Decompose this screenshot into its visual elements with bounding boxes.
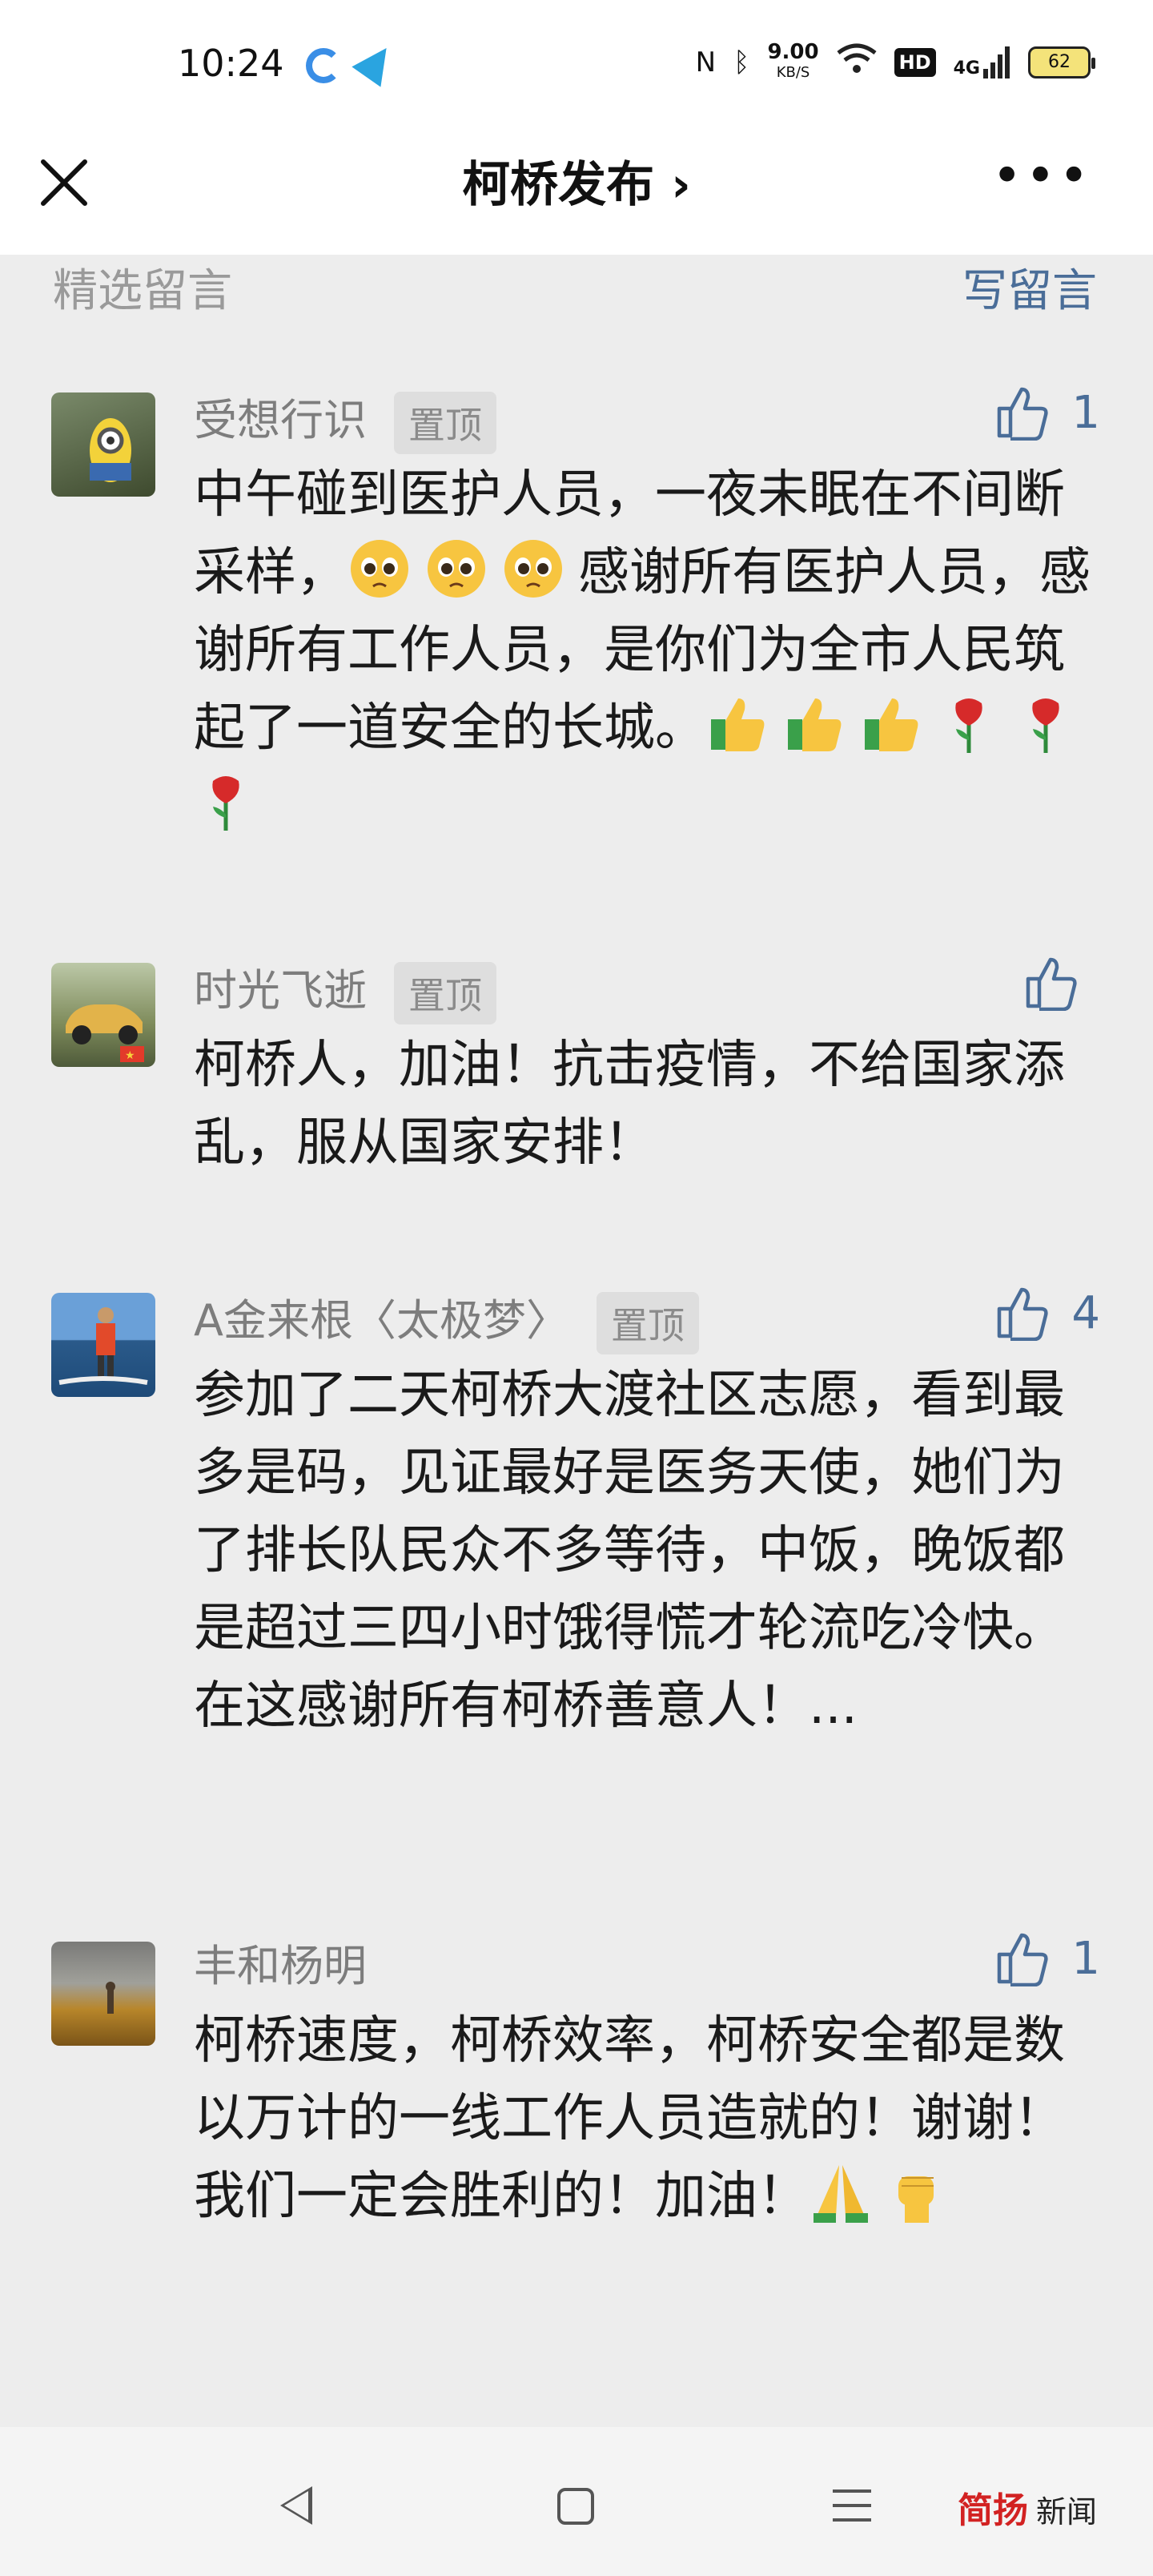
recent-apps-icon[interactable]	[833, 2489, 871, 2533]
pleading-face-icon	[424, 537, 488, 601]
nfc-icon: N	[695, 46, 717, 78]
more-icon[interactable]: •••	[992, 151, 1092, 202]
pinned-badge: 置顶	[394, 962, 496, 1025]
comment-text: 柯桥速度，柯桥效率，柯桥安全都是数以万计的一线工作人员造就的！谢谢！我们一定会胜…	[194, 2011, 1065, 2226]
comment-text: 中午碰到医护人员，一夜未眠在不间断采样， 感谢所有医护人员，感谢所有工作人员，是你…	[194, 457, 1091, 845]
comment-author: A金来根〈太极梦〉 置顶	[194, 1285, 699, 1355]
status-indicators: N ᛒ 9.00 KB/S HD 4G 62	[695, 40, 1095, 83]
pleading-face-icon	[501, 537, 565, 601]
rose-icon	[194, 770, 258, 834]
write-comment-button[interactable]: 写留言	[962, 255, 1097, 320]
battery-icon: 62	[1028, 46, 1095, 78]
like-button[interactable]	[1023, 955, 1100, 1011]
thumbs-up-icon	[1026, 957, 1077, 1011]
status-time: 10:24	[178, 42, 284, 85]
back-icon[interactable]	[280, 2486, 312, 2525]
comments-section-header: 精选留言 写留言	[0, 255, 1153, 319]
thumbs-up-emoji-icon	[860, 692, 924, 756]
avatar[interactable]	[51, 1942, 155, 2046]
like-button[interactable]: 4	[994, 1285, 1100, 1341]
signal-icon: 4G	[954, 46, 1010, 78]
rose-icon	[1014, 692, 1078, 756]
svg-text:★: ★	[125, 1049, 135, 1062]
avatar[interactable]	[51, 392, 155, 497]
network-speed: 9.00 KB/S	[767, 40, 819, 81]
page-title[interactable]: 柯桥发布 ›	[0, 146, 1153, 215]
like-count: 1	[1071, 1932, 1100, 1985]
thumbs-up-icon	[998, 387, 1048, 441]
comment-author: 丰和杨明	[194, 1941, 367, 1991]
comment-text: 参加了二天柯桥大渡社区志愿，看到最多是码，见证最好是医务天使，她们为了排长队民众…	[194, 1366, 1065, 1736]
comment-author: 受想行识 置顶	[194, 384, 496, 455]
wifi-icon	[837, 43, 877, 83]
avatar[interactable]	[51, 1293, 155, 1397]
comment-author: 时光飞逝 置顶	[194, 955, 496, 1025]
thumbs-up-icon	[998, 1933, 1048, 1986]
thumbs-up-icon	[998, 1287, 1048, 1341]
pinned-badge: 置顶	[596, 1292, 699, 1355]
hd-badge: HD	[894, 48, 936, 77]
thumbs-up-emoji-icon	[783, 692, 847, 756]
avatar[interactable]: ★	[51, 963, 155, 1067]
like-button[interactable]: 1	[994, 384, 1100, 441]
raised-fist-icon	[886, 2160, 950, 2224]
section-title: 精选留言	[53, 265, 232, 317]
browser-app-icon	[306, 48, 341, 83]
pinned-badge: 置顶	[394, 392, 496, 455]
thumbs-up-emoji-icon	[706, 692, 770, 756]
watermark-logo: 简扬 新闻	[958, 2490, 1098, 2531]
pleading-face-icon	[348, 537, 412, 601]
like-button[interactable]: 1	[994, 1930, 1100, 1986]
home-icon[interactable]	[557, 2488, 594, 2525]
like-count: 4	[1071, 1286, 1100, 1339]
comment-text: 柯桥人，加油！抗击疫情，不给国家添乱，服从国家安排！	[194, 1036, 1065, 1173]
rose-icon	[937, 692, 1001, 756]
folded-hands-icon	[809, 2160, 873, 2224]
bluetooth-icon: ᛒ	[733, 46, 750, 78]
like-count: 1	[1071, 386, 1100, 439]
